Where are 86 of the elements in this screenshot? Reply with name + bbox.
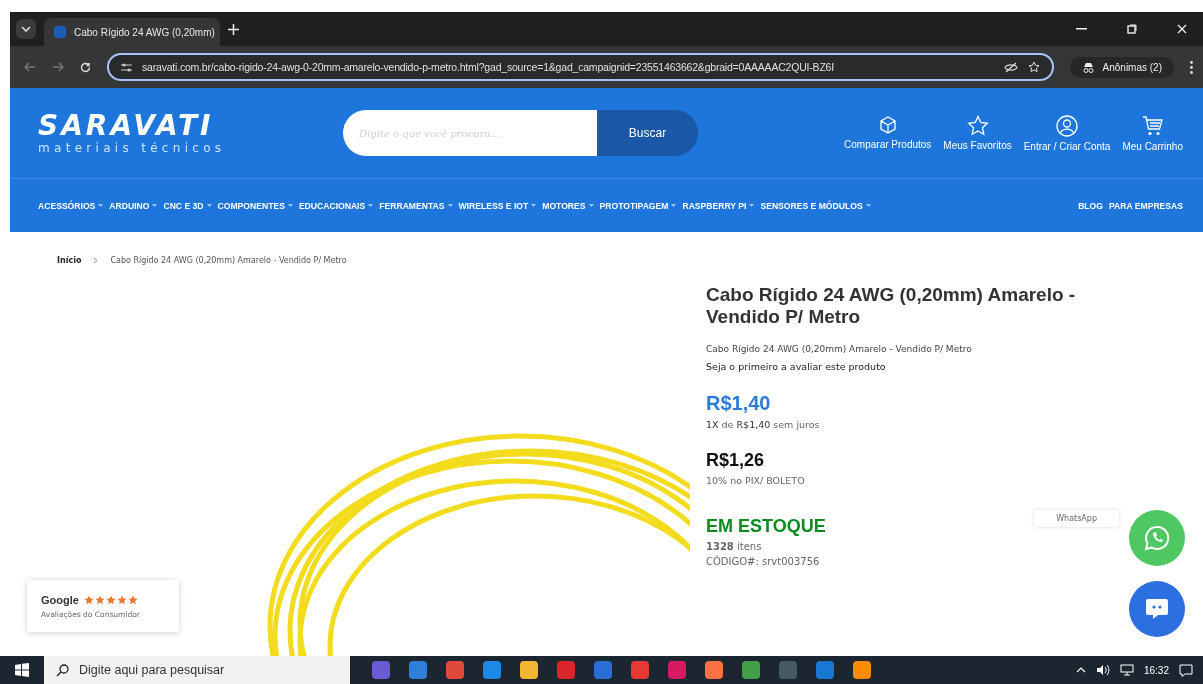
logo-text[interactable]: SARAVATI xyxy=(38,111,343,141)
header-link[interactable]: Comparar Produtos xyxy=(844,114,932,152)
pix-note: 10% no PIX/ BOLETO xyxy=(706,475,806,486)
header-link[interactable]: Meu Carrinho xyxy=(1122,114,1183,152)
header-link[interactable]: Entrar / Criar Conta xyxy=(1023,114,1111,152)
nav-menu-item[interactable]: ACESSÓRIOS xyxy=(38,200,104,211)
more-options-icon[interactable] xyxy=(1190,60,1193,74)
review-link[interactable]: Seja o primeiro a avaliar este produto xyxy=(706,361,1106,372)
taskbar-app-icon[interactable] xyxy=(853,661,871,679)
taskbar-app-icon[interactable] xyxy=(594,661,612,679)
product-subtitle: Cabo Rígido 24 AWG (0,20mm) Amarelo - Vendido P/ Metro xyxy=(706,344,973,354)
plus-icon[interactable] xyxy=(228,23,239,35)
nav-menu-item[interactable]: COMPONENTES xyxy=(217,200,293,211)
star-icon[interactable] xyxy=(1027,61,1040,73)
tab-list-button[interactable] xyxy=(16,19,36,39)
nav-menu-item[interactable]: RASPBERRY PI xyxy=(682,200,755,211)
taskbar-app-icon[interactable] xyxy=(705,661,723,679)
pix-price: R$1,26 xyxy=(706,450,765,471)
close-icon[interactable] xyxy=(1177,24,1187,34)
taskbar-app-icon[interactable] xyxy=(409,661,427,679)
notifications-icon[interactable] xyxy=(1179,663,1193,677)
search-icon xyxy=(56,663,69,677)
network-icon[interactable] xyxy=(1119,664,1134,676)
nav-menu-item[interactable]: EDUCACIONAIS xyxy=(298,200,374,211)
star-icon xyxy=(127,594,138,605)
star-icon xyxy=(105,594,116,605)
header-link[interactable]: Meus Favoritos xyxy=(943,114,1012,152)
product-code: CÓDIGO#: srvt003756 xyxy=(706,556,821,567)
cube-icon xyxy=(877,114,898,135)
taskbar-app-icon[interactable] xyxy=(668,661,686,679)
nav-menu-item[interactable]: FERRAMENTAS xyxy=(379,200,453,211)
taskbar-app-icon[interactable] xyxy=(557,661,575,679)
nav-link[interactable]: BLOG xyxy=(1078,200,1103,211)
stock-quantity: 1328 itens xyxy=(706,541,763,552)
stock-status: EM ESTOQUE xyxy=(706,516,826,537)
nav-menu-item[interactable]: ARDUINO xyxy=(109,200,158,211)
chevron-down-icon[interactable] xyxy=(21,26,31,32)
clock-time[interactable]: 16:32 xyxy=(1143,664,1169,676)
chevron-icon xyxy=(93,257,99,264)
windows-start-icon[interactable] xyxy=(15,663,29,677)
brand-name: Google xyxy=(41,593,79,606)
chevron-up-icon[interactable] xyxy=(1075,667,1086,673)
incognito-profile-button[interactable]: Anônimas (2) xyxy=(1069,56,1174,78)
breadcrumb-link[interactable]: Início xyxy=(57,256,82,265)
speaker-icon[interactable] xyxy=(1095,664,1110,676)
back-arrow-icon[interactable] xyxy=(24,62,36,72)
cart-icon xyxy=(1141,114,1164,137)
site-favicon-icon xyxy=(54,26,66,38)
address-bar[interactable]: saravati.com.br/cabo-rigido-24-awg-0-20mm-amarelo-vendido-p-metro.html?gad_source=1&gad_campaignid=23551463662&gbraid=0AAAAAC2QUI-BZ6I xyxy=(107,53,1054,81)
search-button[interactable]: Buscar xyxy=(597,110,698,156)
chat-bubble-icon xyxy=(1144,596,1170,622)
star-icon xyxy=(83,594,94,605)
user-icon xyxy=(1056,114,1079,137)
breadcrumb-current: Cabo Rígido 24 AWG (0,20mm) Amarelo - Vendido P/ Metro xyxy=(110,256,347,265)
nav-link[interactable]: PARA EMPRESAS xyxy=(1109,200,1183,211)
restore-icon[interactable] xyxy=(1127,24,1137,34)
taskbar-app-icon[interactable] xyxy=(816,661,834,679)
star-icon xyxy=(966,114,989,136)
eye-off-icon[interactable] xyxy=(1003,61,1018,73)
site-settings-icon[interactable] xyxy=(121,62,132,72)
logo-tagline: materiais técnicos xyxy=(38,141,227,155)
installments-text: 1X de R$1,40 sem juros xyxy=(706,419,821,430)
phone-bubble-icon xyxy=(1143,524,1171,552)
taskbar-app-icon[interactable] xyxy=(631,661,649,679)
taskbar-app-icon[interactable] xyxy=(742,661,760,679)
taskbar-app-icon[interactable] xyxy=(446,661,464,679)
nav-menu-item[interactable]: WIRELESS E IOT xyxy=(458,200,537,211)
star-icon xyxy=(116,594,127,605)
forward-arrow-icon[interactable] xyxy=(52,62,64,72)
star-icon xyxy=(94,594,105,605)
minimize-icon[interactable] xyxy=(1076,28,1087,30)
product-price: R$1,40 xyxy=(706,392,771,415)
nav-menu-item[interactable]: PROTOTIPAGEM xyxy=(599,200,677,211)
nav-menu-item[interactable]: CNC E 3D xyxy=(163,200,212,211)
taskbar-app-icon[interactable] xyxy=(520,661,538,679)
nav-menu-item[interactable]: SENSORES E MÓDULOS xyxy=(760,200,871,211)
browser-tab[interactable]: Cabo Rígido 24 AWG (0,20mm) xyxy=(44,18,220,46)
taskbar-app-icon[interactable] xyxy=(483,661,501,679)
incognito-icon xyxy=(1081,61,1095,73)
taskbar-search-field[interactable]: Digite aqui para pesquisar xyxy=(44,656,350,684)
chat-button[interactable] xyxy=(1129,581,1185,637)
whatsapp-label: WhatsApp xyxy=(1034,510,1119,527)
reload-icon[interactable] xyxy=(80,61,91,73)
taskbar-app-icon[interactable] xyxy=(372,661,390,679)
product-title: Cabo Rígido 24 AWG (0,20mm) Amarelo - Vendido P/ Metro xyxy=(706,284,1077,328)
nav-menu-item[interactable]: MOTORES xyxy=(542,200,594,211)
